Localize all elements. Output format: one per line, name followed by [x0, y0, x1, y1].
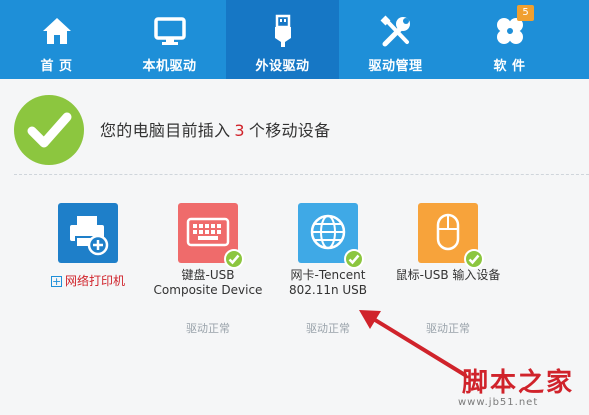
check-badge-icon — [344, 249, 364, 269]
software-update-badge: 5 — [517, 5, 534, 21]
device-name: 网络打印机 — [64, 274, 125, 288]
nav-home[interactable]: 首 页 — [0, 0, 113, 79]
keyboard-icon — [178, 203, 244, 269]
monitor-icon — [153, 17, 186, 45]
nav-peripheral-driver[interactable]: 外设驱动 — [226, 0, 339, 79]
nav-driver-management-label: 驱动管理 — [368, 59, 423, 74]
printer-icon — [58, 203, 118, 263]
nav-local-driver-label: 本机驱动 — [142, 59, 197, 74]
nav-home-label: 首 页 — [40, 59, 73, 74]
nav-software[interactable]: 软 件 — [452, 0, 567, 79]
nav-local-driver[interactable]: 本机驱动 — [113, 0, 226, 79]
status-ok-icon — [14, 95, 84, 165]
nav-peripheral-driver-label: 外设驱动 — [255, 59, 310, 74]
summary-suffix: 个移动设备 — [248, 121, 331, 140]
mouse-icon — [418, 203, 484, 269]
plus-icon: + — [50, 275, 62, 288]
globe-icon — [298, 203, 364, 269]
device-network-printer[interactable]: + 网络打印机 — [23, 203, 153, 289]
watermark-url: www.jb51.net — [458, 397, 539, 408]
divider — [14, 174, 589, 175]
tools-icon — [380, 15, 410, 47]
device-name: 网卡-Tencent 802.11n USB — [288, 268, 368, 297]
device-network-card[interactable]: 网卡-Tencent 802.11n USB 驱动正常 — [263, 203, 393, 335]
driver-status: 驱动正常 — [186, 322, 230, 335]
top-nav: 首 页 本机驱动 外设驱动 驱动管理 软 件 — [0, 0, 589, 79]
home-icon — [42, 18, 71, 44]
device-summary: 您的电脑目前插入 3 个移动设备 — [100, 117, 330, 141]
check-badge-icon — [224, 249, 244, 269]
usb-icon — [274, 14, 291, 47]
add-network-printer-link[interactable]: + 网络打印机 — [50, 274, 125, 289]
nav-driver-management[interactable]: 驱动管理 — [339, 0, 452, 79]
device-count: 3 — [234, 121, 245, 140]
annotation-arrow — [359, 310, 467, 377]
summary-prefix: 您的电脑目前插入 — [100, 121, 231, 140]
device-keyboard[interactable]: 键盘-USB Composite Device 驱动正常 — [143, 203, 273, 335]
nav-software-label: 软 件 — [493, 59, 526, 74]
watermark-logo: 脚本之家 — [462, 368, 575, 398]
device-name: 鼠标-USB 输入设备 — [395, 268, 501, 282]
device-mouse[interactable]: 鼠标-USB 输入设备 驱动正常 — [383, 203, 513, 335]
check-badge-icon — [464, 249, 484, 269]
device-name: 键盘-USB Composite Device — [153, 268, 263, 297]
